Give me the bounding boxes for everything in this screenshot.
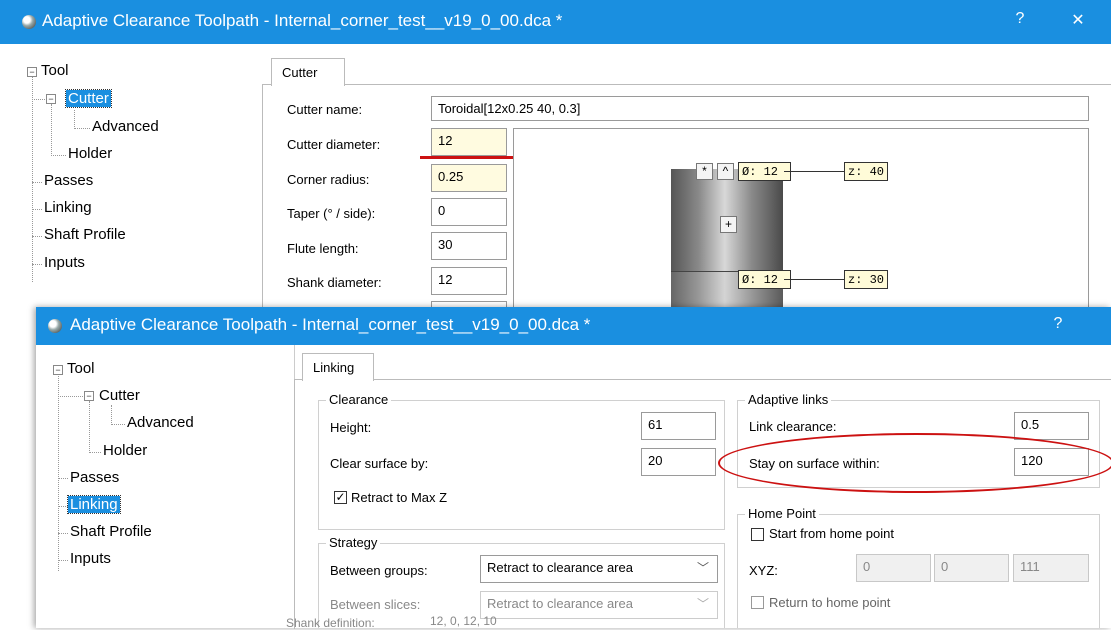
chevron-down-icon: ﹀ — [696, 597, 709, 611]
app-icon — [48, 319, 62, 333]
tree-item-tool[interactable]: Tool — [67, 360, 95, 377]
tab-cutter[interactable]: Cutter — [271, 58, 345, 86]
tab-linking[interactable]: Linking — [302, 353, 374, 381]
home-point-title: Home Point — [745, 506, 819, 521]
front-window-titlebar[interactable]: Adaptive Clearance Toolpath - Internal_c… — [36, 307, 1111, 345]
flute-length-field[interactable]: 30 — [431, 232, 507, 260]
return-home-checkbox[interactable] — [751, 596, 764, 609]
cutter-diameter-highlight — [420, 156, 516, 159]
flute-length-label: Flute length: — [287, 241, 359, 256]
back-window-title: Adaptive Clearance Toolpath - Internal_c… — [42, 11, 563, 30]
tree-item-advanced[interactable]: Advanced — [92, 118, 159, 135]
caret-up-button[interactable]: ^ — [717, 163, 734, 180]
cutter-diameter-field[interactable]: 12 — [431, 128, 507, 156]
chevron-down-icon: ﹀ — [696, 561, 709, 575]
clearance-title: Clearance — [326, 392, 392, 407]
tree-item-linking[interactable]: Linking — [44, 199, 92, 216]
tree-item-holder[interactable]: Holder — [68, 145, 112, 162]
start-home-label[interactable]: Start from home point — [769, 526, 894, 541]
height-field[interactable]: 61 — [641, 412, 716, 440]
home-y-field[interactable]: 0 — [934, 554, 1009, 582]
start-home-checkbox[interactable] — [751, 528, 764, 541]
strategy-title: Strategy — [326, 535, 381, 550]
link-clearance-field[interactable]: 0.5 — [1014, 412, 1089, 440]
corner-radius-field[interactable]: 0.25 — [431, 164, 507, 192]
link-clearance-label: Link clearance: — [749, 419, 837, 434]
tree-item-tool[interactable]: Tool — [41, 62, 69, 79]
between-slices-label: Between slices: — [330, 597, 421, 612]
tree-item-shaft-profile[interactable]: Shaft Profile — [44, 226, 126, 243]
tree-item-passes[interactable]: Passes — [70, 469, 119, 486]
between-groups-label: Between groups: — [330, 563, 428, 578]
front-window: Adaptive Clearance Toolpath - Internal_c… — [36, 307, 1111, 630]
tree-item-passes[interactable]: Passes — [44, 172, 93, 189]
back-tree: − Tool − Cutter Advanced Holder Passes L… — [0, 44, 260, 304]
home-z-field[interactable]: 111 — [1013, 554, 1089, 582]
tree-item-shaft-profile[interactable]: Shaft Profile — [70, 523, 152, 540]
home-x-field[interactable]: 0 — [856, 554, 931, 582]
corner-radius-label: Corner radius: — [287, 172, 370, 187]
cutter-name-field[interactable]: Toroidal[12x0.25 40, 0.3] — [431, 96, 1089, 121]
clear-surface-label: Clear surface by: — [330, 456, 429, 471]
tree-item-linking[interactable]: Linking — [67, 495, 121, 514]
plus-button[interactable]: + — [720, 216, 737, 233]
height-label: Height: — [330, 420, 372, 435]
taper-field[interactable]: 0 — [431, 198, 507, 226]
xyz-label: XYZ: — [749, 563, 778, 578]
retract-checkbox[interactable]: ✓ — [334, 491, 347, 504]
close-button[interactable]: ✕ — [1066, 10, 1090, 30]
tree-item-cutter[interactable]: Cutter — [65, 89, 112, 108]
clear-surface-field[interactable]: 20 — [641, 448, 716, 476]
between-slices-select[interactable]: Retract to clearance area ﹀ — [480, 591, 718, 619]
collapse-icon[interactable]: − — [84, 391, 94, 401]
return-home-label[interactable]: Return to home point — [769, 595, 890, 610]
between-slices-value: Retract to clearance area — [487, 596, 633, 611]
cutter-name-label: Cutter name: — [287, 102, 363, 117]
shank-definition-value: 12, 0, 12, 10 — [430, 614, 497, 628]
collapse-icon[interactable]: − — [46, 94, 56, 104]
collapse-icon[interactable]: − — [53, 365, 63, 375]
front-tree: − Tool − Cutter Advanced Holder Passes L… — [36, 345, 295, 628]
collapse-icon[interactable]: − — [27, 67, 37, 77]
z-top-tag[interactable]: z: 40 — [844, 162, 888, 181]
tree-item-inputs[interactable]: Inputs — [44, 254, 85, 271]
tree-item-holder[interactable]: Holder — [103, 442, 147, 459]
tree-item-cutter[interactable]: Cutter — [99, 387, 140, 404]
shank-diameter-field[interactable]: 12 — [431, 267, 507, 295]
between-groups-value: Retract to clearance area — [487, 560, 633, 575]
adaptive-links-title: Adaptive links — [745, 392, 832, 407]
app-icon — [22, 15, 36, 29]
taper-label: Taper (° / side): — [287, 206, 376, 221]
stay-on-surface-highlight — [718, 433, 1111, 493]
back-window-titlebar[interactable]: Adaptive Clearance Toolpath - Internal_c… — [0, 0, 1111, 44]
shank-diameter-label: Shank diameter: — [287, 275, 382, 290]
help-button[interactable]: ? — [1048, 315, 1068, 333]
cutter-preview: * ^ Ø: 12 z: 40 + Ø: 12 z: 30 — [513, 128, 1089, 316]
star-button[interactable]: * — [696, 163, 713, 180]
z-bottom-tag[interactable]: z: 30 — [844, 270, 888, 289]
cutter-diameter-label: Cutter diameter: — [287, 137, 381, 152]
retract-label[interactable]: Retract to Max Z — [351, 490, 447, 505]
help-button[interactable]: ? — [1010, 10, 1030, 28]
between-groups-select[interactable]: Retract to clearance area ﹀ — [480, 555, 718, 583]
tree-item-advanced[interactable]: Advanced — [127, 414, 194, 431]
front-window-title: Adaptive Clearance Toolpath - Internal_c… — [70, 315, 591, 334]
tree-item-inputs[interactable]: Inputs — [70, 550, 111, 567]
